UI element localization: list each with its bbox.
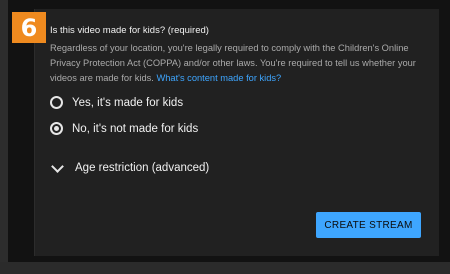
outer-edge-left (0, 0, 8, 274)
age-restriction-toggle[interactable]: Age restriction (advanced) (51, 159, 210, 174)
outer-edge-bottom (0, 262, 450, 274)
radio-label-no: No, it's not made for kids (72, 122, 199, 135)
radio-option-made-for-kids[interactable]: Yes, it's made for kids (50, 96, 183, 109)
step-number-badge: 6 (12, 12, 46, 43)
kids-question-description: Regardless of your location, you're lega… (50, 41, 420, 86)
made-for-kids-help-link[interactable]: What's content made for kids? (156, 73, 281, 83)
kids-question-title: Is this video made for kids? (required) (50, 25, 209, 36)
radio-unchecked-icon[interactable] (50, 96, 63, 109)
chevron-down-icon (51, 159, 64, 173)
radio-option-not-made-for-kids[interactable]: No, it's not made for kids (50, 122, 198, 135)
radio-checked-icon[interactable] (50, 122, 63, 135)
radio-label-yes: Yes, it's made for kids (72, 96, 184, 109)
age-restriction-label: Age restriction (advanced) (75, 162, 210, 174)
screenshot-frame: 6 Is this video made for kids? (required… (0, 0, 450, 274)
create-stream-button[interactable]: CREATE STREAM (316, 212, 421, 238)
